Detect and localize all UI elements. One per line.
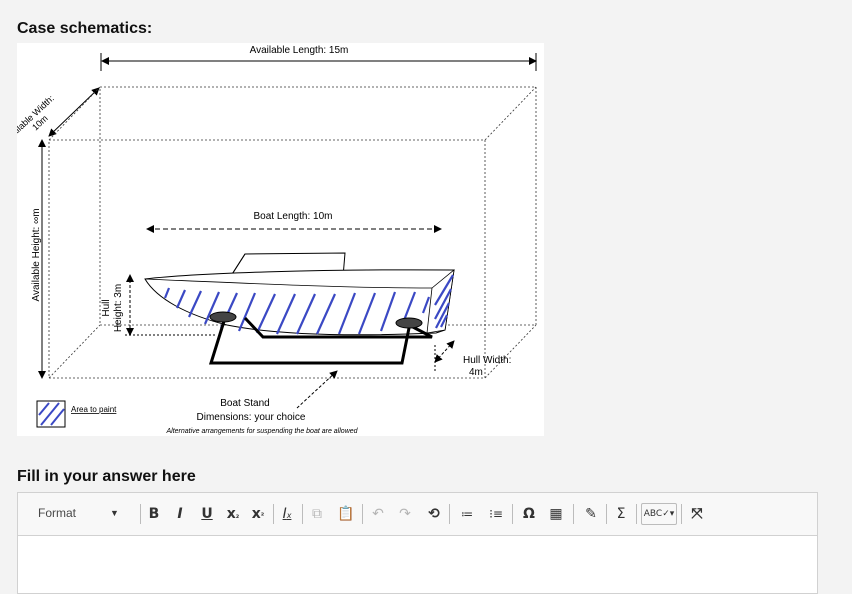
format-label: Format xyxy=(38,506,77,520)
boat-drawing xyxy=(144,252,455,365)
available-space-box xyxy=(48,86,537,379)
toolbar-separator xyxy=(273,504,274,524)
alternative-note: Alternative arrangements for suspending … xyxy=(165,428,358,435)
available-length-label: Available Length: 15m xyxy=(250,45,349,56)
redo-icon[interactable]: ↷ xyxy=(394,503,416,525)
case-schematic-image: Available Length: 15m Available Width: 1… xyxy=(17,43,544,436)
superscript-icon[interactable]: x² xyxy=(247,503,269,525)
pencil-icon[interactable]: ✎ xyxy=(580,503,602,525)
toolbar-separator xyxy=(606,504,607,524)
maximize-icon[interactable]: ⤧ xyxy=(686,503,708,525)
format-dropdown[interactable]: Format ▼ xyxy=(26,502,134,524)
boat-length-label: Boat Length: 10m xyxy=(254,211,333,222)
undo-icon[interactable]: ↶ xyxy=(367,503,389,525)
table-icon[interactable]: ▦ xyxy=(545,503,567,525)
legend-label: Area to paint xyxy=(71,405,117,414)
boat-stand-label: Boat Stand xyxy=(220,398,269,409)
available-height-label: Available Height: ∞m xyxy=(31,208,42,301)
hull-height-label: Hull xyxy=(101,299,112,316)
toolbar-separator xyxy=(636,504,637,524)
copy-icon[interactable]: ⧉ xyxy=(306,503,328,525)
svg-text:4m: 4m xyxy=(469,367,483,378)
width-arrow xyxy=(48,87,100,137)
special-char-icon[interactable]: Ω xyxy=(518,503,540,525)
subscript-icon[interactable]: x₂ xyxy=(222,503,244,525)
toolbar-separator xyxy=(140,504,141,524)
toolbar-separator xyxy=(302,504,303,524)
answer-heading: Fill in your answer here xyxy=(17,468,196,485)
history-icon[interactable]: ⟲ xyxy=(423,503,445,525)
toolbar-separator xyxy=(573,504,574,524)
editor-toolbar: Format ▼ B I U x₂ x² Ix ⧉ 📋 ↶ ↷ ⟲ ≔ ⁝≡ Ω… xyxy=(18,493,817,536)
svg-text:Height: 3m: Height: 3m xyxy=(113,284,124,332)
bulleted-list-icon[interactable]: ⁝≡ xyxy=(485,503,507,525)
underline-icon[interactable]: U xyxy=(196,503,218,525)
toolbar-separator xyxy=(681,504,682,524)
numbered-list-icon[interactable]: ≔ xyxy=(456,503,478,525)
rich-text-editor: Format ▼ B I U x₂ x² Ix ⧉ 📋 ↶ ↷ ⟲ ≔ ⁝≡ Ω… xyxy=(17,492,818,594)
sigma-icon[interactable]: Σ xyxy=(610,503,632,525)
editor-content-area[interactable] xyxy=(18,536,817,593)
toolbar-separator xyxy=(512,504,513,524)
remove-format-icon[interactable]: Ix xyxy=(276,503,298,525)
schematic-drawing: Available Length: 15m Available Width: 1… xyxy=(17,45,537,435)
hull-width-label: Hull Width: xyxy=(463,355,511,366)
italic-icon[interactable]: I xyxy=(169,503,191,525)
dimensions-label: Dimensions: your choice xyxy=(197,412,306,423)
legend-paint-area: Area to paint xyxy=(36,400,117,428)
bold-icon[interactable]: B xyxy=(143,503,165,525)
paste-icon[interactable]: 📋 xyxy=(335,503,357,525)
toolbar-separator xyxy=(449,504,450,524)
chevron-down-icon: ▼ xyxy=(110,508,119,518)
spellcheck-icon[interactable]: ABC✓▾ xyxy=(641,503,677,525)
toolbar-separator xyxy=(362,504,363,524)
case-schematics-heading: Case schematics: xyxy=(17,20,153,37)
